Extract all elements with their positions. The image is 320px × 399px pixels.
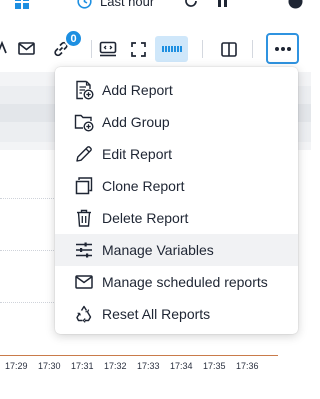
x-axis-tick-label: 17:35 xyxy=(203,361,226,371)
email-button[interactable] xyxy=(16,40,36,56)
toolbar-divider xyxy=(252,40,253,58)
menu-item-label: Manage scheduled reports xyxy=(102,274,268,290)
sliders-icon xyxy=(74,240,94,260)
trash-icon xyxy=(74,208,94,228)
pause-icon[interactable] xyxy=(218,0,228,7)
more-options-menu: Add Report Add Group Edit Report Clone R… xyxy=(55,67,298,334)
menu-item-delete-report[interactable]: Delete Report xyxy=(55,202,298,234)
menu-item-reset-all-reports[interactable]: Reset All Reports xyxy=(55,298,298,330)
add-report-icon xyxy=(74,80,94,100)
chart-view-toggle[interactable] xyxy=(155,36,188,62)
clock-icon[interactable] xyxy=(77,0,92,9)
bar-strip-icon xyxy=(161,46,182,52)
top-header: Last hour xyxy=(0,0,311,14)
menu-item-add-report[interactable]: Add Report xyxy=(55,74,298,106)
menu-item-label: Add Group xyxy=(102,114,170,130)
fullscreen-button[interactable] xyxy=(127,38,149,60)
grid-logo-icon[interactable] xyxy=(15,0,29,9)
menu-item-label: Reset All Reports xyxy=(102,306,211,322)
x-axis-tick-label: 17:31 xyxy=(71,361,94,371)
x-axis-tick-label: 17:33 xyxy=(137,361,160,371)
recycle-icon xyxy=(74,304,94,324)
menu-item-manage-variables[interactable]: Manage Variables xyxy=(55,234,298,266)
x-axis-tick-label: 17:29 xyxy=(5,361,28,371)
menu-item-label: Add Report xyxy=(102,82,173,98)
add-group-icon xyxy=(74,112,94,132)
menu-item-edit-report[interactable]: Edit Report xyxy=(55,138,298,170)
menu-item-label: Clone Report xyxy=(102,178,185,194)
clone-icon xyxy=(74,176,94,196)
more-dots-icon xyxy=(274,46,291,51)
x-axis-tick-label: 17:34 xyxy=(170,361,193,371)
chart-axis-line xyxy=(0,355,278,356)
embed-button[interactable] xyxy=(97,38,119,60)
toolbar: 0 xyxy=(0,28,311,68)
fullscreen-icon xyxy=(130,41,146,57)
time-range-label[interactable]: Last hour xyxy=(100,0,154,9)
share-icon[interactable] xyxy=(0,40,8,56)
menu-item-add-group[interactable]: Add Group xyxy=(55,106,298,138)
menu-item-label: Edit Report xyxy=(102,146,173,162)
menu-item-manage-scheduled-reports[interactable]: Manage scheduled reports xyxy=(55,266,298,298)
notification-count-badge: 0 xyxy=(64,29,83,48)
refresh-icon[interactable] xyxy=(184,0,198,8)
menu-item-clone-report[interactable]: Clone Report xyxy=(55,170,298,202)
x-axis-tick-label: 17:32 xyxy=(104,361,127,371)
toolbar-divider xyxy=(202,40,203,58)
x-axis-tick-label: 17:36 xyxy=(236,361,259,371)
menu-item-label: Delete Report xyxy=(102,210,189,226)
envelope-icon xyxy=(74,272,94,292)
split-view-button[interactable] xyxy=(218,38,240,60)
more-options-button[interactable] xyxy=(266,33,299,64)
help-icon[interactable] xyxy=(288,0,303,9)
split-view-icon xyxy=(221,41,237,57)
x-axis-tick-label: 17:30 xyxy=(38,361,61,371)
menu-item-label: Manage Variables xyxy=(102,242,214,258)
embed-icon xyxy=(99,41,117,57)
pencil-icon xyxy=(74,144,94,164)
envelope-icon xyxy=(17,41,35,55)
toolbar-divider xyxy=(91,40,92,58)
